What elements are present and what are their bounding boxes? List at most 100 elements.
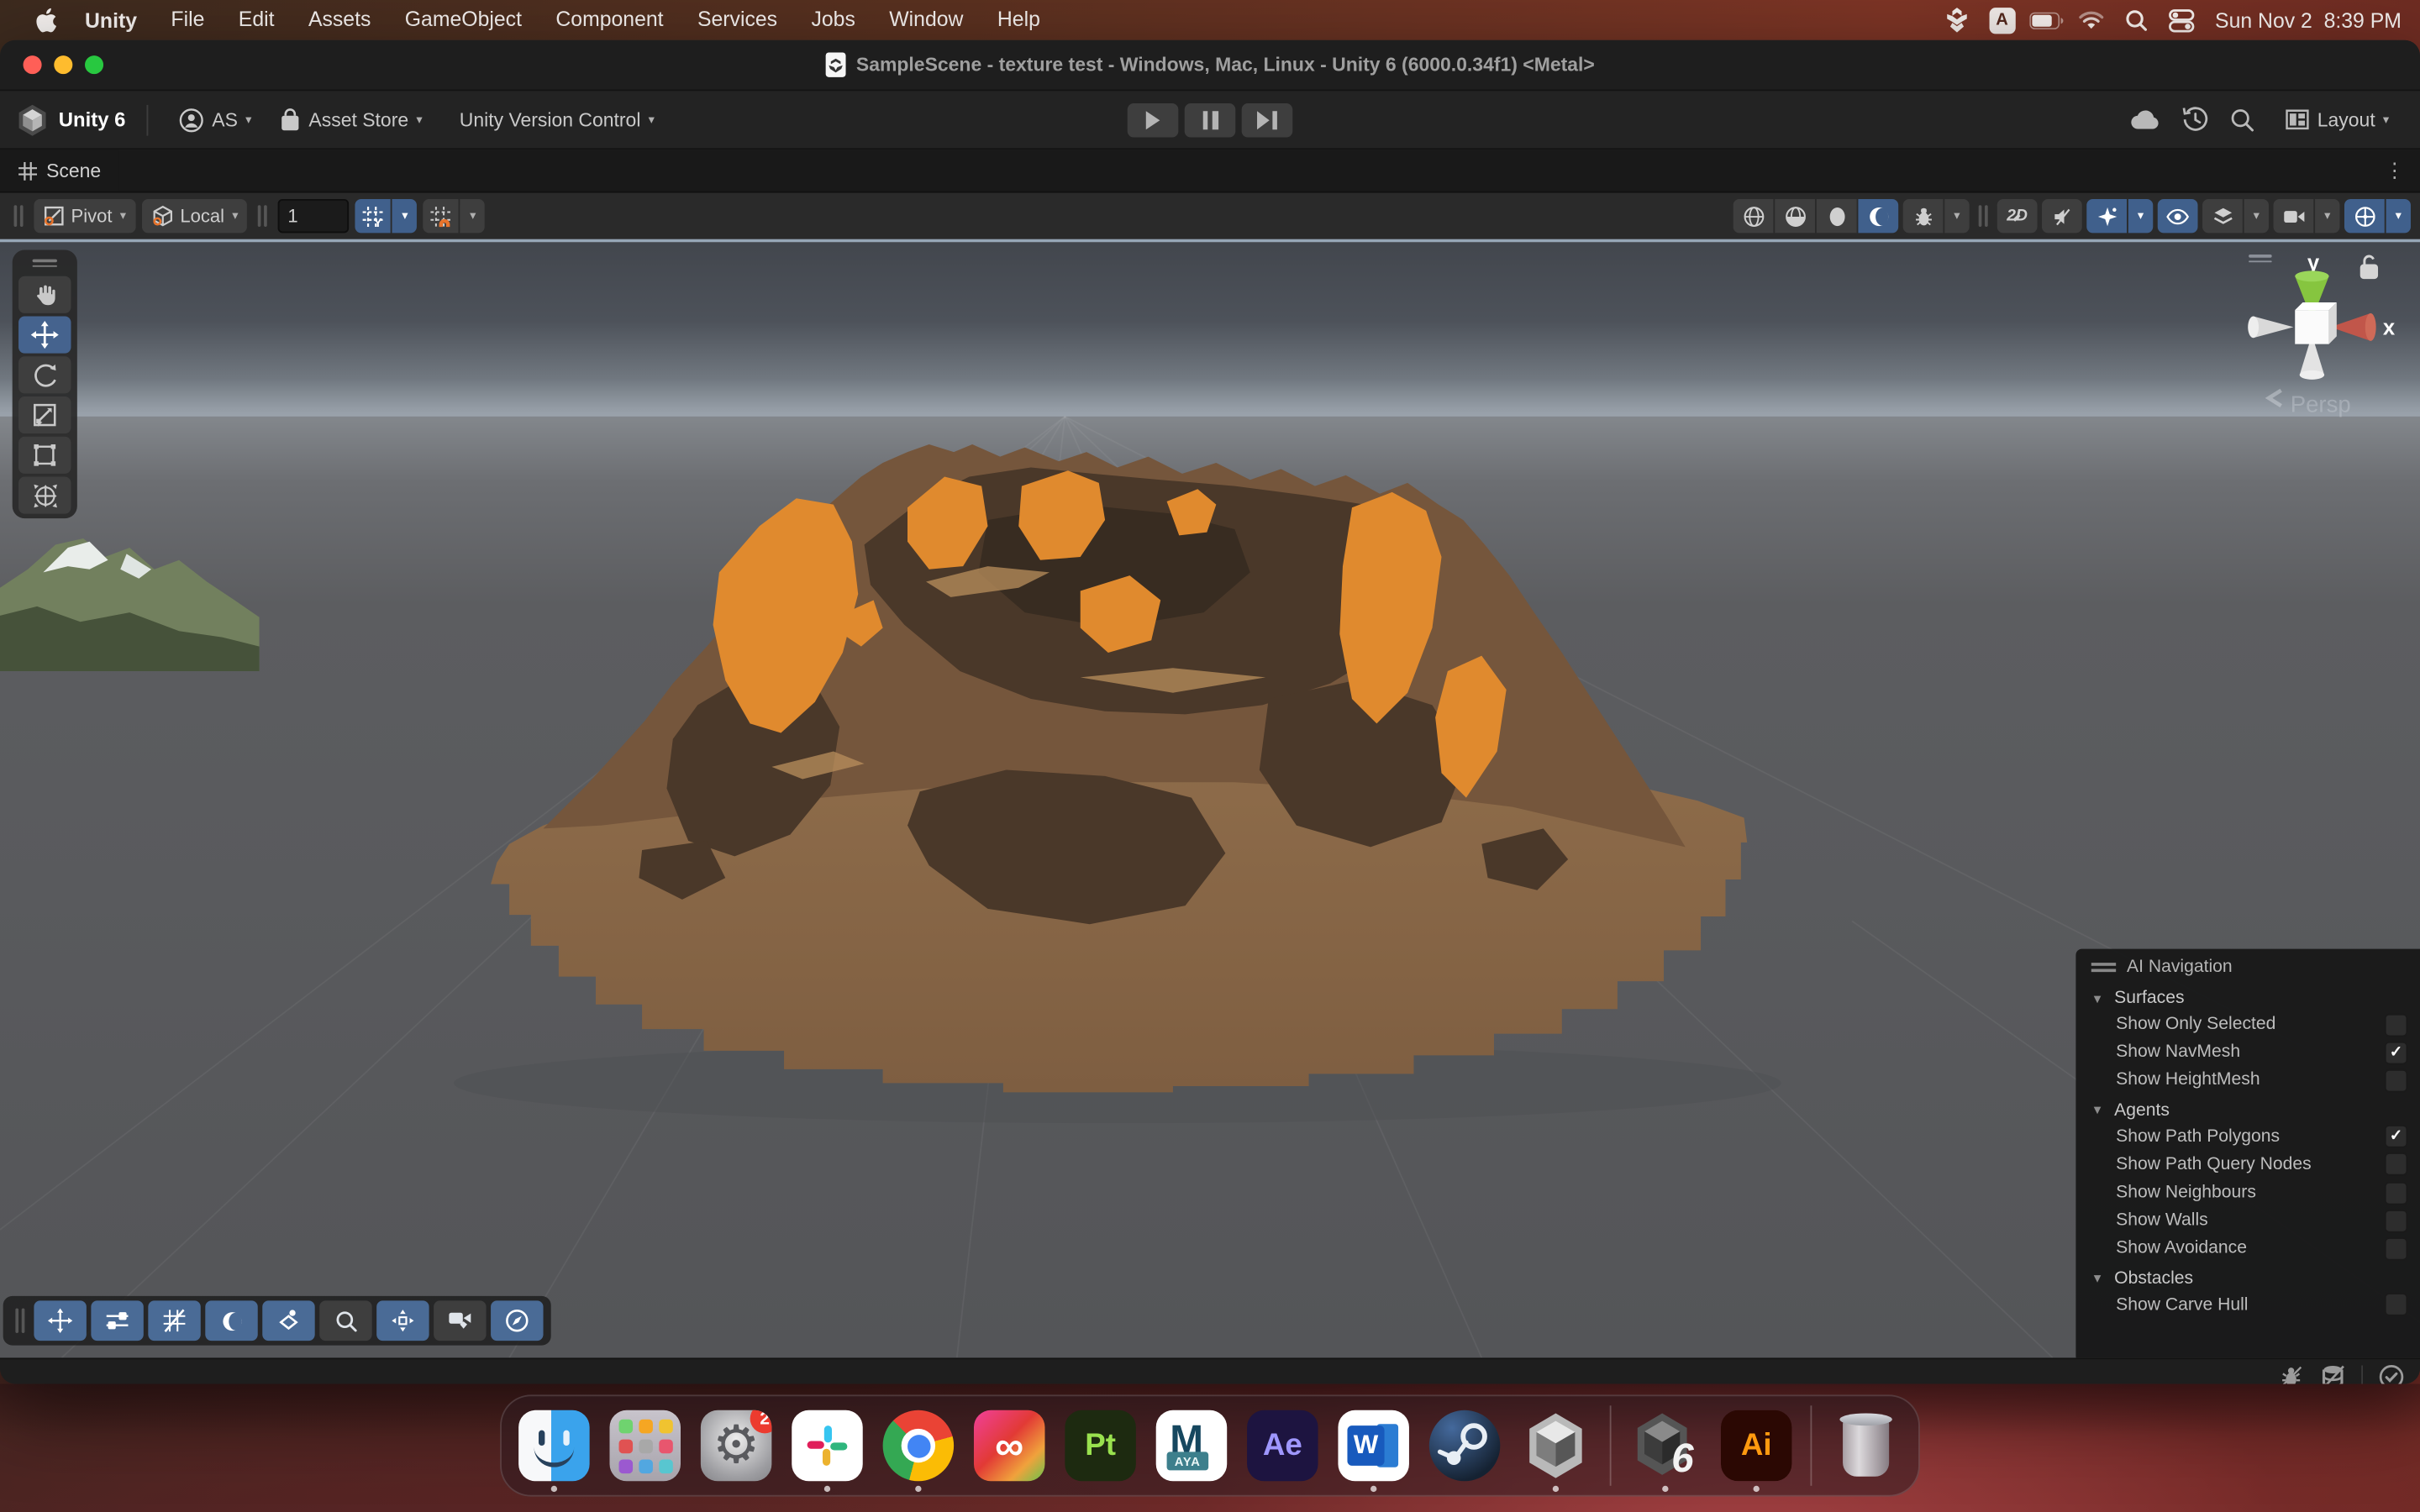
- overlay-drag-handle[interactable]: [2091, 959, 2116, 975]
- checkbox-show-carve-hull[interactable]: [2385, 1293, 2408, 1316]
- left-axis-cone[interactable]: [2254, 317, 2294, 339]
- toggle-2d-view[interactable]: 2D: [1997, 199, 2038, 233]
- snap-increment-dropdown[interactable]: ▾: [460, 199, 485, 233]
- shading-solid-icon[interactable]: [1817, 199, 1857, 233]
- dock-substance-painter[interactable]: Pt: [1064, 1410, 1138, 1481]
- dock-launchpad[interactable]: [608, 1410, 682, 1481]
- toolbar-drag-handle[interactable]: [14, 205, 24, 227]
- scene-viewport[interactable]: y x: [0, 242, 2420, 1357]
- spotlight-search-icon[interactable]: [2119, 6, 2153, 34]
- gizmo-center-cube[interactable]: [2295, 310, 2328, 344]
- menu-edit[interactable]: Edit: [222, 0, 292, 40]
- layout-dropdown[interactable]: Layout▾: [2277, 104, 2398, 135]
- debug-bug-icon[interactable]: [1903, 199, 1944, 233]
- dock-steam[interactable]: [1428, 1410, 1502, 1481]
- validation-ok-icon[interactable]: [2378, 1363, 2404, 1384]
- effects-dropdown[interactable]: ▾: [2128, 199, 2153, 233]
- dock-word[interactable]: W: [1337, 1410, 1411, 1481]
- dock-finder[interactable]: [517, 1410, 591, 1481]
- debugger-disabled-icon[interactable]: [2278, 1363, 2304, 1384]
- view-options-overlay-toggle[interactable]: [205, 1300, 257, 1341]
- section-surfaces[interactable]: ▼Surfaces: [2075, 983, 2420, 1011]
- tools-overlay-toggle[interactable]: [34, 1300, 86, 1341]
- checkbox-show-heightmesh[interactable]: [2385, 1069, 2408, 1093]
- transform-tool[interactable]: [18, 477, 71, 514]
- tab-scene[interactable]: Scene: [0, 150, 119, 192]
- rotate-tool[interactable]: [18, 356, 71, 393]
- gizmos-dropdown[interactable]: ▾: [2386, 199, 2411, 233]
- input-source-a-icon[interactable]: A: [1985, 6, 2018, 34]
- menu-app-name[interactable]: Unity: [68, 8, 154, 32]
- menu-clock[interactable]: Sun Nov 2 8:39 PM: [2209, 8, 2402, 32]
- rotation-mode-dropdown[interactable]: Local▾: [141, 199, 247, 233]
- dock-unity-6[interactable]: 6: [1628, 1410, 1702, 1481]
- grid-snap-dropdown[interactable]: ▾: [392, 199, 417, 233]
- scale-tool[interactable]: [18, 396, 71, 433]
- gizmos-icon[interactable]: [2344, 199, 2385, 233]
- dock-unity-hub[interactable]: [1518, 1410, 1592, 1481]
- search-overlay-toggle[interactable]: [319, 1300, 371, 1341]
- play-button[interactable]: [1128, 102, 1179, 136]
- cameras-overlay-toggle[interactable]: [434, 1300, 486, 1341]
- scene-camera-icon[interactable]: [2274, 199, 2314, 233]
- version-control-dropdown[interactable]: Unity Version Control▾: [450, 104, 664, 135]
- navigation-overlay-toggle[interactable]: [491, 1300, 543, 1341]
- grid-snap-overlay-toggle[interactable]: [148, 1300, 200, 1341]
- checkbox-show-avoidance[interactable]: [2385, 1237, 2408, 1261]
- checkbox-show-path-polygons[interactable]: [2385, 1125, 2408, 1148]
- move-tool[interactable]: [18, 317, 71, 354]
- menu-gameobject[interactable]: GameObject: [388, 0, 539, 40]
- tool-settings-toggle[interactable]: [91, 1300, 143, 1341]
- unity-menu-extra-icon[interactable]: [1940, 6, 1974, 34]
- minimize-button[interactable]: [54, 55, 72, 74]
- toolbar-drag-handle[interactable]: [1979, 205, 1988, 227]
- shading-textured-icon[interactable]: [1858, 199, 1898, 233]
- dock-adobe-creative-cloud[interactable]: ∞: [972, 1410, 1046, 1481]
- dock-illustrator[interactable]: Ai: [1719, 1410, 1793, 1481]
- menu-jobs[interactable]: Jobs: [794, 0, 872, 40]
- tab-options-kebab-icon[interactable]: ⋮: [2385, 158, 2420, 182]
- section-agents[interactable]: ▼Agents: [2075, 1095, 2420, 1122]
- dock-slack[interactable]: [790, 1410, 864, 1481]
- rect-tool[interactable]: [18, 437, 71, 474]
- shading-shaded-wireframe-icon[interactable]: [1775, 199, 1815, 233]
- layers-icon[interactable]: [2202, 199, 2243, 233]
- lock-icon[interactable]: [2361, 256, 2376, 278]
- effects-sparkle-icon[interactable]: [2086, 199, 2127, 233]
- menu-file[interactable]: File: [154, 0, 221, 40]
- snap-increment-button[interactable]: [424, 199, 459, 233]
- layers-dropdown[interactable]: ▾: [2244, 199, 2269, 233]
- wifi-icon[interactable]: [2075, 6, 2108, 34]
- view-hand-tool[interactable]: [18, 276, 71, 313]
- dock-trash[interactable]: [1829, 1410, 1903, 1481]
- menu-services[interactable]: Services: [681, 0, 794, 40]
- dock-chrome[interactable]: [881, 1410, 955, 1481]
- close-button[interactable]: [24, 55, 42, 74]
- apple-menu-icon[interactable]: [22, 7, 68, 33]
- cache-disabled-icon[interactable]: [2320, 1363, 2346, 1384]
- menu-window[interactable]: Window: [872, 0, 981, 40]
- checkbox-show-walls[interactable]: [2385, 1209, 2408, 1232]
- scene-visibility-eye-icon[interactable]: [2158, 199, 2198, 233]
- grid-size-field[interactable]: [278, 199, 349, 233]
- menu-component[interactable]: Component: [539, 0, 681, 40]
- shading-wireframe-icon[interactable]: [1733, 199, 1774, 233]
- camera-dropdown[interactable]: ▾: [2315, 199, 2339, 233]
- step-button[interactable]: [1242, 102, 1293, 136]
- debug-draw-dropdown[interactable]: ▾: [1944, 199, 1969, 233]
- asset-store-dropdown[interactable]: Asset Store▾: [271, 102, 432, 136]
- pause-button[interactable]: [1185, 102, 1236, 136]
- search-icon[interactable]: [2231, 108, 2255, 132]
- menu-help[interactable]: Help: [981, 0, 1057, 40]
- dock-system-settings[interactable]: ⚙2: [699, 1410, 773, 1481]
- checkbox-show-navmesh[interactable]: [2385, 1041, 2408, 1064]
- checkbox-show-neighbours[interactable]: [2385, 1181, 2408, 1205]
- orientation-overlay-toggle[interactable]: [376, 1300, 429, 1341]
- undo-history-icon[interactable]: [2183, 107, 2209, 133]
- toolbar-drag-handle[interactable]: [258, 205, 267, 227]
- physics-debug-overlay-toggle[interactable]: [262, 1300, 314, 1341]
- control-center-icon[interactable]: [2164, 6, 2197, 34]
- menu-assets[interactable]: Assets: [292, 0, 388, 40]
- overlay-drag-handle[interactable]: [33, 260, 57, 267]
- zoom-button[interactable]: [85, 55, 103, 74]
